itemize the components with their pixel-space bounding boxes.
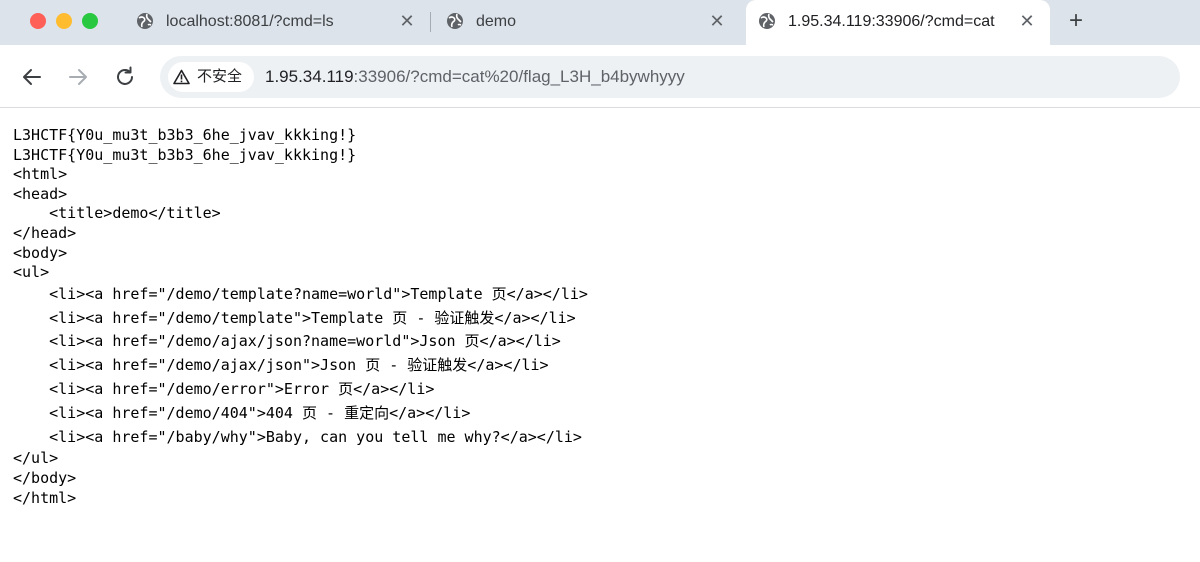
browser-toolbar: 不安全 1.95.34.119:33906/?cmd=cat%20/flag_L… — [0, 45, 1200, 108]
window-zoom-button[interactable] — [82, 13, 98, 29]
content-top: L3HCTF{Y0u_mu3t_b3b3_6he_jvav_kkking!} L3… — [13, 126, 1193, 283]
url-text[interactable]: 1.95.34.119:33906/?cmd=cat%20/flag_L3H_b… — [265, 66, 685, 88]
url-host: 1.95.34.119 — [265, 67, 354, 86]
plus-icon[interactable]: + — [1064, 9, 1088, 33]
warning-triangle-icon — [173, 69, 190, 85]
tab-title: 1.95.34.119:33906/?cmd=cat — [788, 13, 995, 30]
reload-icon[interactable] — [113, 65, 137, 89]
close-icon[interactable]: ✕ — [708, 12, 726, 30]
tab-demo[interactable]: demo ✕ — [446, 0, 728, 45]
tab-title: demo — [476, 13, 517, 30]
source-line: </head> — [13, 223, 77, 242]
tab-flag-active[interactable]: 1.95.34.119:33906/?cmd=cat ✕ — [746, 0, 1050, 45]
globe-icon — [759, 13, 775, 29]
tab-strip: localhost:8081/?cmd=ls ✕ demo ✕ 1.95.34.… — [0, 0, 1200, 45]
tab-title: localhost:8081/?cmd=ls — [166, 13, 334, 30]
source-line: <ul> — [13, 263, 50, 282]
url-path: :33906/?cmd=cat%20/flag_L3H_b4bywhyyy — [353, 67, 685, 86]
source-line: <body> — [13, 243, 68, 262]
security-indicator[interactable]: 不安全 — [168, 62, 254, 92]
forward-arrow-icon[interactable] — [66, 65, 90, 89]
list-item-line: <li><a href="/demo/error">Error 页</a></l… — [13, 379, 435, 398]
content-bottom: </ul> </body> </html> — [13, 449, 1193, 508]
close-icon[interactable]: ✕ — [1018, 12, 1036, 30]
flag-line: L3HCTF{Y0u_mu3t_b3b3_6he_jvav_kkking!} — [13, 126, 357, 144]
tab-separator — [430, 12, 431, 32]
globe-icon — [137, 13, 153, 29]
source-line: </html> — [13, 488, 77, 507]
window-minimize-button[interactable] — [56, 13, 72, 29]
list-item-line: <li><a href="/demo/ajax/json">Json 页 - 验… — [13, 356, 549, 375]
address-bar[interactable]: 不安全 1.95.34.119:33906/?cmd=cat%20/flag_L… — [160, 56, 1180, 98]
list-item-line: <li><a href="/baby/why">Baby, can you te… — [13, 427, 582, 446]
page-content: L3HCTF{Y0u_mu3t_b3b3_6he_jvav_kkking!} L3… — [13, 126, 1193, 508]
list-item-line: <li><a href="/demo/template">Template 页 … — [13, 308, 576, 327]
back-arrow-icon[interactable] — [20, 65, 44, 89]
source-line: <title>demo</title> — [13, 204, 221, 223]
globe-icon — [447, 13, 463, 29]
list-item-line: <li><a href="/demo/ajax/json?name=world"… — [13, 332, 561, 351]
list-item-line: <li><a href="/demo/404">404 页 - 重定向</a><… — [13, 403, 471, 422]
source-line: <html> — [13, 165, 68, 184]
security-label: 不安全 — [197, 68, 243, 85]
close-icon[interactable]: ✕ — [398, 12, 416, 30]
list-item-line: <li><a href="/demo/template?name=world">… — [13, 284, 588, 303]
tab-localhost[interactable]: localhost:8081/?cmd=ls ✕ — [136, 0, 416, 45]
window-close-button[interactable] — [30, 13, 46, 29]
content-list: <li><a href="/demo/template?name=world">… — [13, 283, 1193, 450]
source-line: </ul> — [13, 449, 59, 468]
source-line: </body> — [13, 468, 77, 487]
source-line: <head> — [13, 184, 68, 203]
flag-line: L3HCTF{Y0u_mu3t_b3b3_6he_jvav_kkking!} — [13, 145, 357, 164]
